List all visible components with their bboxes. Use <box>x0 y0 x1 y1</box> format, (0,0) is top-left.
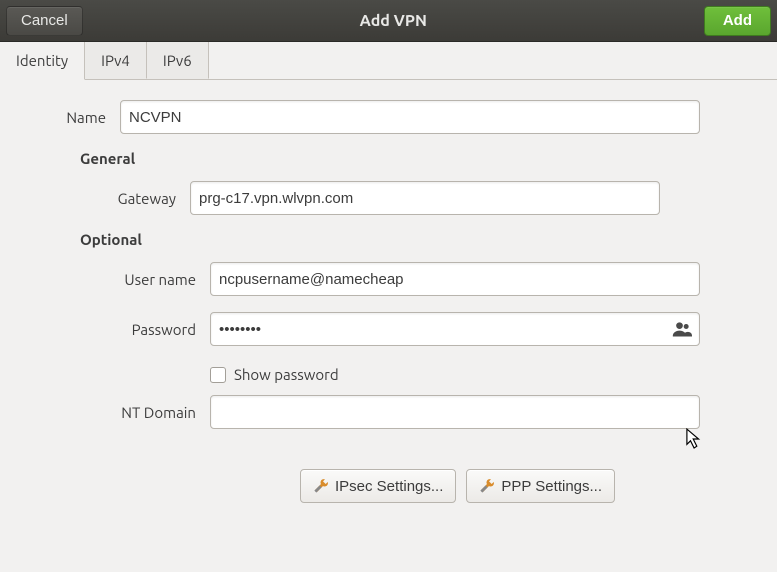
general-header: General <box>0 150 749 167</box>
password-label: Password <box>0 321 210 338</box>
form-area: Name General Gateway Optional User name … <box>0 80 777 523</box>
tab-identity[interactable]: Identity <box>0 42 85 80</box>
ipsec-settings-label: IPsec Settings... <box>335 478 443 495</box>
tab-ipv6[interactable]: IPv6 <box>147 42 209 79</box>
dialog-title: Add VPN <box>83 12 704 30</box>
gateway-label: Gateway <box>0 190 190 207</box>
titlebar: Cancel Add VPN Add <box>0 0 777 42</box>
wrench-icon <box>479 478 495 494</box>
cancel-button[interactable]: Cancel <box>6 6 83 36</box>
tabs: Identity IPv4 IPv6 <box>0 42 777 80</box>
add-button[interactable]: Add <box>704 6 771 36</box>
ntdomain-input[interactable] <box>210 395 700 429</box>
ntdomain-label: NT Domain <box>0 404 210 421</box>
tab-ipv4[interactable]: IPv4 <box>85 42 147 79</box>
username-input[interactable] <box>210 262 700 296</box>
show-password-checkbox[interactable] <box>210 367 226 383</box>
wrench-icon <box>313 478 329 494</box>
users-icon[interactable] <box>672 319 692 339</box>
show-password-label: Show password <box>234 366 339 383</box>
name-label: Name <box>0 109 120 126</box>
password-input[interactable] <box>210 312 700 346</box>
ppp-settings-label: PPP Settings... <box>501 478 602 495</box>
name-input[interactable] <box>120 100 700 134</box>
gateway-input[interactable] <box>190 181 660 215</box>
optional-header: Optional <box>0 231 749 248</box>
ppp-settings-button[interactable]: PPP Settings... <box>466 469 615 503</box>
username-label: User name <box>0 271 210 288</box>
ipsec-settings-button[interactable]: IPsec Settings... <box>300 469 456 503</box>
